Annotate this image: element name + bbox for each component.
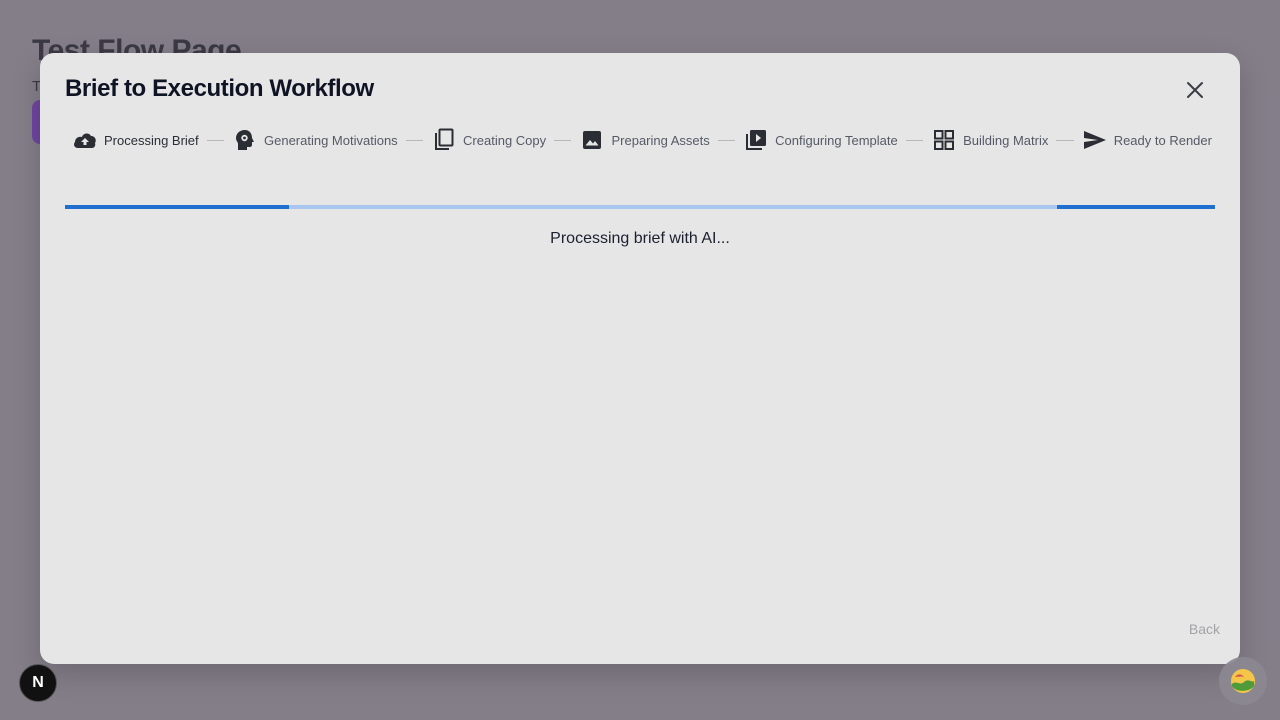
- step-ready-to-render: Ready to Render: [1082, 127, 1212, 153]
- step-label: Processing Brief: [104, 132, 199, 148]
- step-connector: [206, 139, 224, 141]
- step-configuring-template: Configuring Template: [743, 127, 898, 153]
- workflow-stepper: Processing Brief Generating Motivations: [72, 125, 1212, 155]
- send-icon: [1082, 127, 1108, 153]
- badge-letter: N: [32, 674, 44, 691]
- step-processing-brief: Processing Brief: [72, 127, 199, 153]
- step-label: Configuring Template: [775, 132, 898, 148]
- step-label: Preparing Assets: [611, 132, 710, 148]
- step-generating-motivations: Generating Motivations: [232, 127, 398, 153]
- step-preparing-assets: Preparing Assets: [579, 127, 710, 153]
- step-connector: [405, 139, 424, 141]
- grid-icon: [931, 127, 957, 153]
- step-label: Creating Copy: [463, 132, 547, 148]
- close-button[interactable]: [1180, 77, 1210, 103]
- copy-icon: [431, 127, 457, 153]
- step-connector: [905, 139, 924, 141]
- step-connector: [554, 139, 572, 141]
- progress-bar: [65, 205, 1215, 209]
- cloud-upload-icon: [72, 127, 98, 153]
- back-button[interactable]: Back: [1160, 621, 1220, 645]
- image-icon: [579, 127, 605, 153]
- step-connector: [717, 139, 736, 141]
- video-library-icon: [743, 127, 769, 153]
- step-connector: [1056, 139, 1074, 141]
- modal-title: Brief to Execution Workflow: [65, 75, 374, 102]
- step-creating-copy: Creating Copy: [431, 127, 546, 153]
- brain-gear-icon: [232, 127, 258, 153]
- avatar-icon: [1231, 669, 1255, 693]
- workflow-modal: Brief to Execution Workflow Processing B…: [40, 53, 1240, 664]
- close-icon: [1187, 82, 1203, 98]
- step-building-matrix: Building Matrix: [931, 127, 1048, 153]
- dev-indicator-button[interactable]: N: [19, 664, 57, 702]
- status-message: Processing brief with AI...: [550, 230, 730, 247]
- progress-fill: [1057, 205, 1215, 209]
- step-label: Ready to Render: [1113, 132, 1212, 148]
- step-label: Generating Motivations: [264, 132, 398, 148]
- progress-fill: [65, 205, 289, 209]
- assistant-avatar-button[interactable]: [1219, 657, 1267, 705]
- step-label: Building Matrix: [963, 132, 1049, 148]
